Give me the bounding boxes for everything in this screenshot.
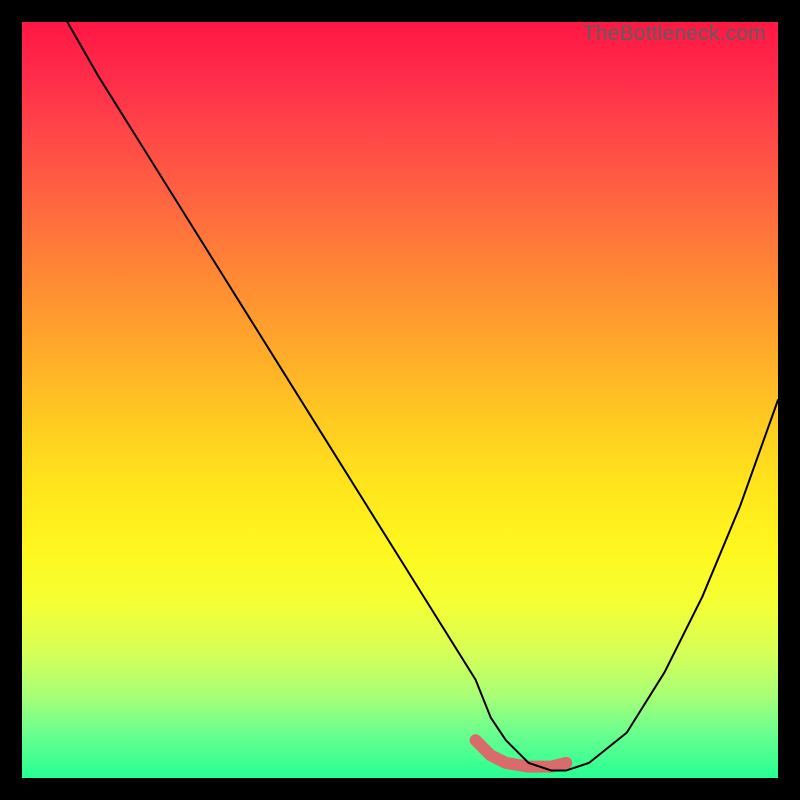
optimal-zone-line (476, 740, 567, 766)
chart-area: TheBottleneck.com (22, 22, 778, 778)
bottleneck-plot (22, 22, 778, 778)
bottleneck-curve-line (67, 22, 778, 770)
watermark-text: TheBottleneck.com (583, 22, 766, 46)
